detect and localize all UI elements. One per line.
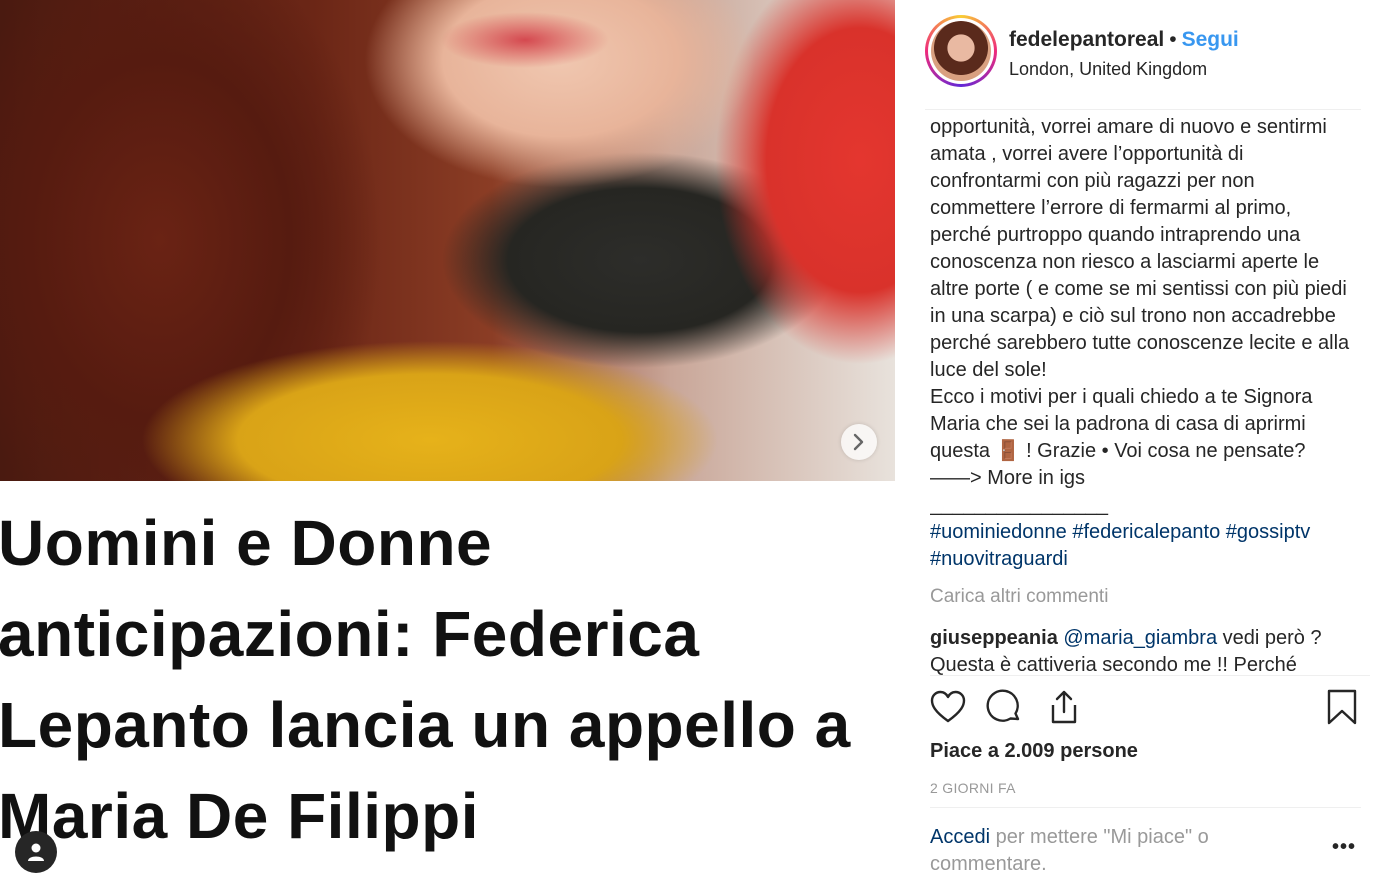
post-headline: Uomini e Donne anticipazioni: Federica L…	[0, 507, 851, 852]
like-button[interactable]	[928, 687, 968, 727]
comment-mention[interactable]: @maria_giambra	[1063, 627, 1217, 649]
login-prompt: Accedi per mettere "Mi piace" o commenta…	[930, 824, 1260, 878]
comment-icon	[986, 689, 1020, 722]
avatar-image	[931, 21, 991, 81]
login-link[interactable]: Accedi	[930, 826, 990, 848]
post-media: Uomini e Donne anticipazioni: Federica L…	[0, 0, 895, 886]
share-button[interactable]	[1044, 687, 1084, 727]
avatar[interactable]	[925, 15, 997, 87]
heart-icon	[930, 690, 966, 723]
caption-text: opportunità, vorrei amare di nuovo e sen…	[930, 116, 1350, 516]
post-panel: fedelepantoreal • Segui London, United Kin…	[895, 0, 1377, 886]
post-header: fedelepantoreal • Segui London, United Kin…	[925, 15, 1361, 110]
share-icon	[1051, 690, 1077, 724]
comment-username[interactable]: giuseppeania	[930, 627, 1058, 649]
separator-dot: •	[1169, 28, 1177, 51]
bookmark-icon	[1327, 689, 1357, 725]
caption-hashtags[interactable]: #uominiedonne #federicalepanto #gossiptv…	[930, 519, 1355, 573]
chevron-right-icon	[853, 433, 864, 451]
more-options-button[interactable]: •••	[1332, 836, 1356, 859]
location-link[interactable]: London, United Kingdom	[1009, 59, 1207, 80]
user-icon	[28, 843, 44, 861]
divider	[930, 807, 1361, 808]
comment-button[interactable]	[984, 687, 1024, 727]
save-button[interactable]	[1322, 687, 1362, 727]
user-line: fedelepantoreal • Segui	[1009, 28, 1239, 52]
load-more-comments-button[interactable]: Carica altri commenti	[930, 586, 1108, 608]
post-photo[interactable]	[0, 0, 895, 481]
action-bar	[930, 687, 1362, 731]
username-link[interactable]: fedelepantoreal	[1009, 28, 1164, 51]
follow-button[interactable]: Segui	[1182, 28, 1239, 51]
comment-item: giuseppeania @maria_giambra vedi però ? …	[930, 625, 1350, 675]
likes-count[interactable]: Piace a 2.009 persone	[930, 740, 1138, 763]
next-slide-button[interactable]	[841, 424, 877, 460]
post-timestamp: 2 GIORNI FA	[930, 780, 1016, 796]
profile-button[interactable]	[15, 831, 57, 873]
comments-section[interactable]: opportunità, vorrei amare di nuovo e sen…	[930, 110, 1370, 676]
